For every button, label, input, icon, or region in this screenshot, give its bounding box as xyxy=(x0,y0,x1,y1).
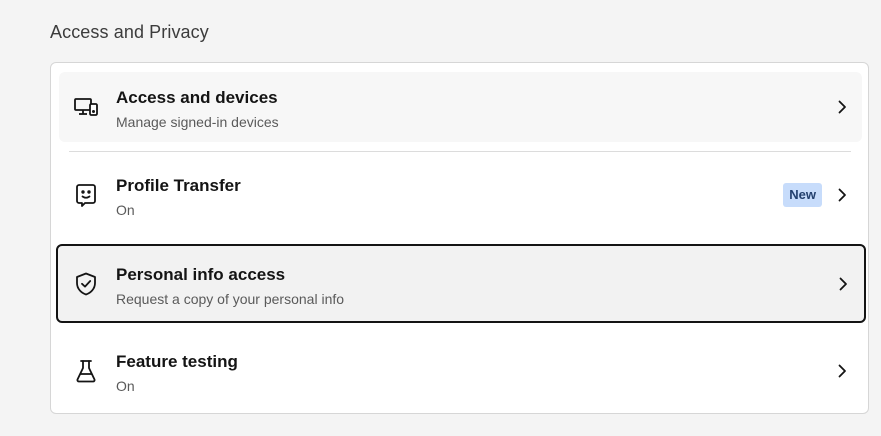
personal-info-access-label: Personal info access xyxy=(116,265,286,284)
devices-icon xyxy=(73,94,99,120)
settings-card: Access and devices Manage signed-in devi… xyxy=(50,62,869,414)
section-title: Access and Privacy xyxy=(50,22,209,42)
personal-info-access-row[interactable]: Personal info access Request a copy of y… xyxy=(56,244,866,323)
chevron-right-icon xyxy=(834,187,850,203)
profile-transfer-label: Profile Transfer xyxy=(116,176,241,195)
feature-testing-subtitle: On xyxy=(116,378,135,394)
profile-transfer-row[interactable]: Profile Transfer On New xyxy=(59,160,862,230)
shield-check-icon xyxy=(73,271,99,297)
profile-transfer-subtitle: On xyxy=(116,202,135,218)
flask-icon xyxy=(73,358,99,384)
chevron-right-icon xyxy=(834,99,850,115)
new-badge: New xyxy=(783,183,822,207)
chevron-right-icon xyxy=(835,276,851,292)
personal-info-access-subtitle: Request a copy of your personal info xyxy=(116,291,345,307)
access-and-devices-row[interactable]: Access and devices Manage signed-in devi… xyxy=(59,72,862,142)
profile-transfer-icon xyxy=(73,182,99,208)
access-and-devices-subtitle: Manage signed-in devices xyxy=(116,114,279,130)
feature-testing-row[interactable]: Feature testing On xyxy=(59,336,862,406)
row-divider xyxy=(69,151,851,152)
chevron-right-icon xyxy=(834,363,850,379)
access-and-devices-label: Access and devices xyxy=(116,88,278,107)
feature-testing-label: Feature testing xyxy=(116,352,238,371)
